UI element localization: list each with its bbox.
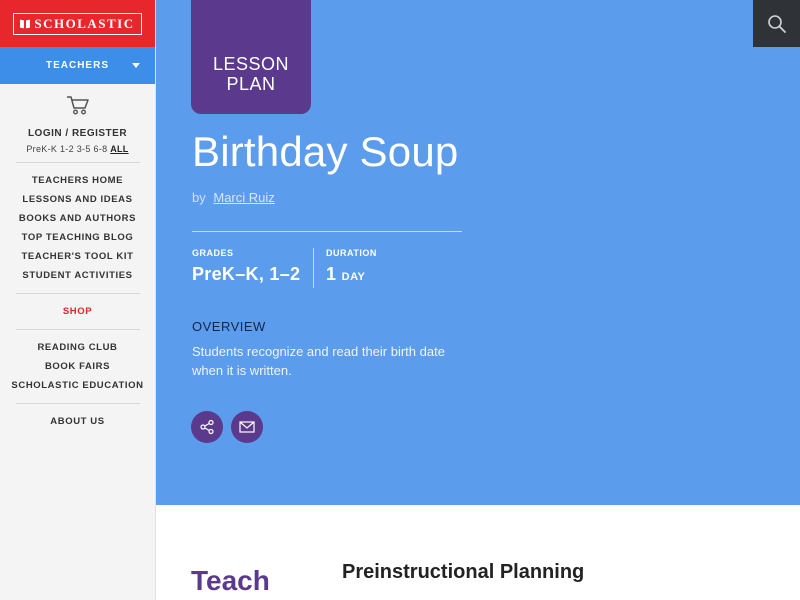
section-heading: Preinstructional Planning <box>342 561 585 583</box>
nav-teachers-tool-kit[interactable]: TEACHER'S TOOL KIT <box>0 247 155 266</box>
byline-prefix: by <box>192 190 206 205</box>
share-button[interactable] <box>191 411 223 443</box>
scholastic-logo[interactable]: SCHOLASTIC <box>13 12 142 35</box>
grade-link-all[interactable]: ALL <box>110 144 128 154</box>
primary-nav: TEACHERS HOME LESSONS AND IDEAS BOOKS AN… <box>0 171 155 285</box>
meta-divider <box>313 248 314 288</box>
sidebar-divider <box>15 293 140 294</box>
shop-nav: SHOP <box>0 302 155 321</box>
sidebar-divider <box>15 403 140 404</box>
grade-link-1-2[interactable]: 1-2 <box>60 144 74 154</box>
duration-value: 1 DAY <box>326 264 377 285</box>
lesson-tag-line2: PLAN <box>226 74 276 94</box>
email-button[interactable] <box>231 411 263 443</box>
page-title: Birthday Soup <box>192 128 459 175</box>
grade-filter: PreK-K 1-2 3-5 6-8 ALL <box>0 144 155 154</box>
duration-label: DURATION <box>326 248 377 258</box>
byline: by Marci Ruiz <box>192 190 275 205</box>
duration-unit: DAY <box>341 271 366 283</box>
overview-text: Students recognize and read their birth … <box>192 344 445 378</box>
duration-block: DURATION 1 DAY <box>326 248 377 285</box>
nav-top-teaching-blog[interactable]: TOP TEACHING BLOG <box>0 228 155 247</box>
sidebar: SCHOLASTIC TEACHERS LOGIN / REGISTER Pre… <box>0 0 156 600</box>
login-register-link[interactable]: LOGIN / REGISTER <box>0 128 155 139</box>
search-icon <box>767 14 786 33</box>
role-selector[interactable]: TEACHERS <box>0 47 155 84</box>
nav-about-us[interactable]: ABOUT US <box>0 412 155 431</box>
nav-teachers-home[interactable]: TEACHERS HOME <box>0 171 155 190</box>
grade-link-prek-k[interactable]: PreK-K <box>26 144 57 154</box>
teach-heading: Teach <box>191 565 270 596</box>
nav-student-activities[interactable]: STUDENT ACTIVITIES <box>0 266 155 285</box>
hero-divider <box>192 231 462 232</box>
sidebar-divider <box>15 162 140 163</box>
grades-value: PreK–K, 1–2 <box>192 264 301 284</box>
nav-book-fairs[interactable]: BOOK FAIRS <box>0 357 155 376</box>
about-nav: ABOUT US <box>0 412 155 431</box>
lesson-hero: LESSON PLAN Birthday Soup by Marci Ruiz … <box>156 0 800 505</box>
grade-link-3-5[interactable]: 3-5 <box>77 144 91 154</box>
nav-shop[interactable]: SHOP <box>0 302 155 321</box>
nav-books-and-authors[interactable]: BOOKS AND AUTHORS <box>0 209 155 228</box>
grades-block: GRADES PreK–K, 1–2 <box>192 248 300 285</box>
overview-heading: OVERVIEW <box>192 319 266 334</box>
search-button[interactable] <box>753 0 800 47</box>
share-icon <box>200 419 214 435</box>
grades-label: GRADES <box>192 248 234 258</box>
sidebar-divider <box>15 329 140 330</box>
secondary-nav: READING CLUB BOOK FAIRS SCHOLASTIC EDUCA… <box>0 338 155 395</box>
brand-name: SCHOLASTIC <box>34 15 135 31</box>
author-link[interactable]: Marci Ruiz <box>213 190 274 205</box>
duration-number: 1 <box>326 264 337 284</box>
chevron-down-icon <box>132 63 140 68</box>
role-selector-label: TEACHERS <box>45 60 109 71</box>
cart-button[interactable] <box>0 94 155 116</box>
nav-reading-club[interactable]: READING CLUB <box>0 338 155 357</box>
brand-bar: SCHOLASTIC <box>0 0 155 47</box>
nav-scholastic-education[interactable]: SCHOLASTIC EDUCATION <box>0 376 155 395</box>
grade-link-6-8[interactable]: 6-8 <box>93 144 107 154</box>
book-icon <box>20 20 30 28</box>
cart-icon <box>66 96 89 115</box>
email-icon <box>239 421 255 433</box>
lesson-plan-tag: LESSON PLAN <box>191 0 311 114</box>
lesson-tag-line1: LESSON <box>212 54 290 74</box>
nav-lessons-and-ideas[interactable]: LESSONS AND IDEAS <box>0 190 155 209</box>
